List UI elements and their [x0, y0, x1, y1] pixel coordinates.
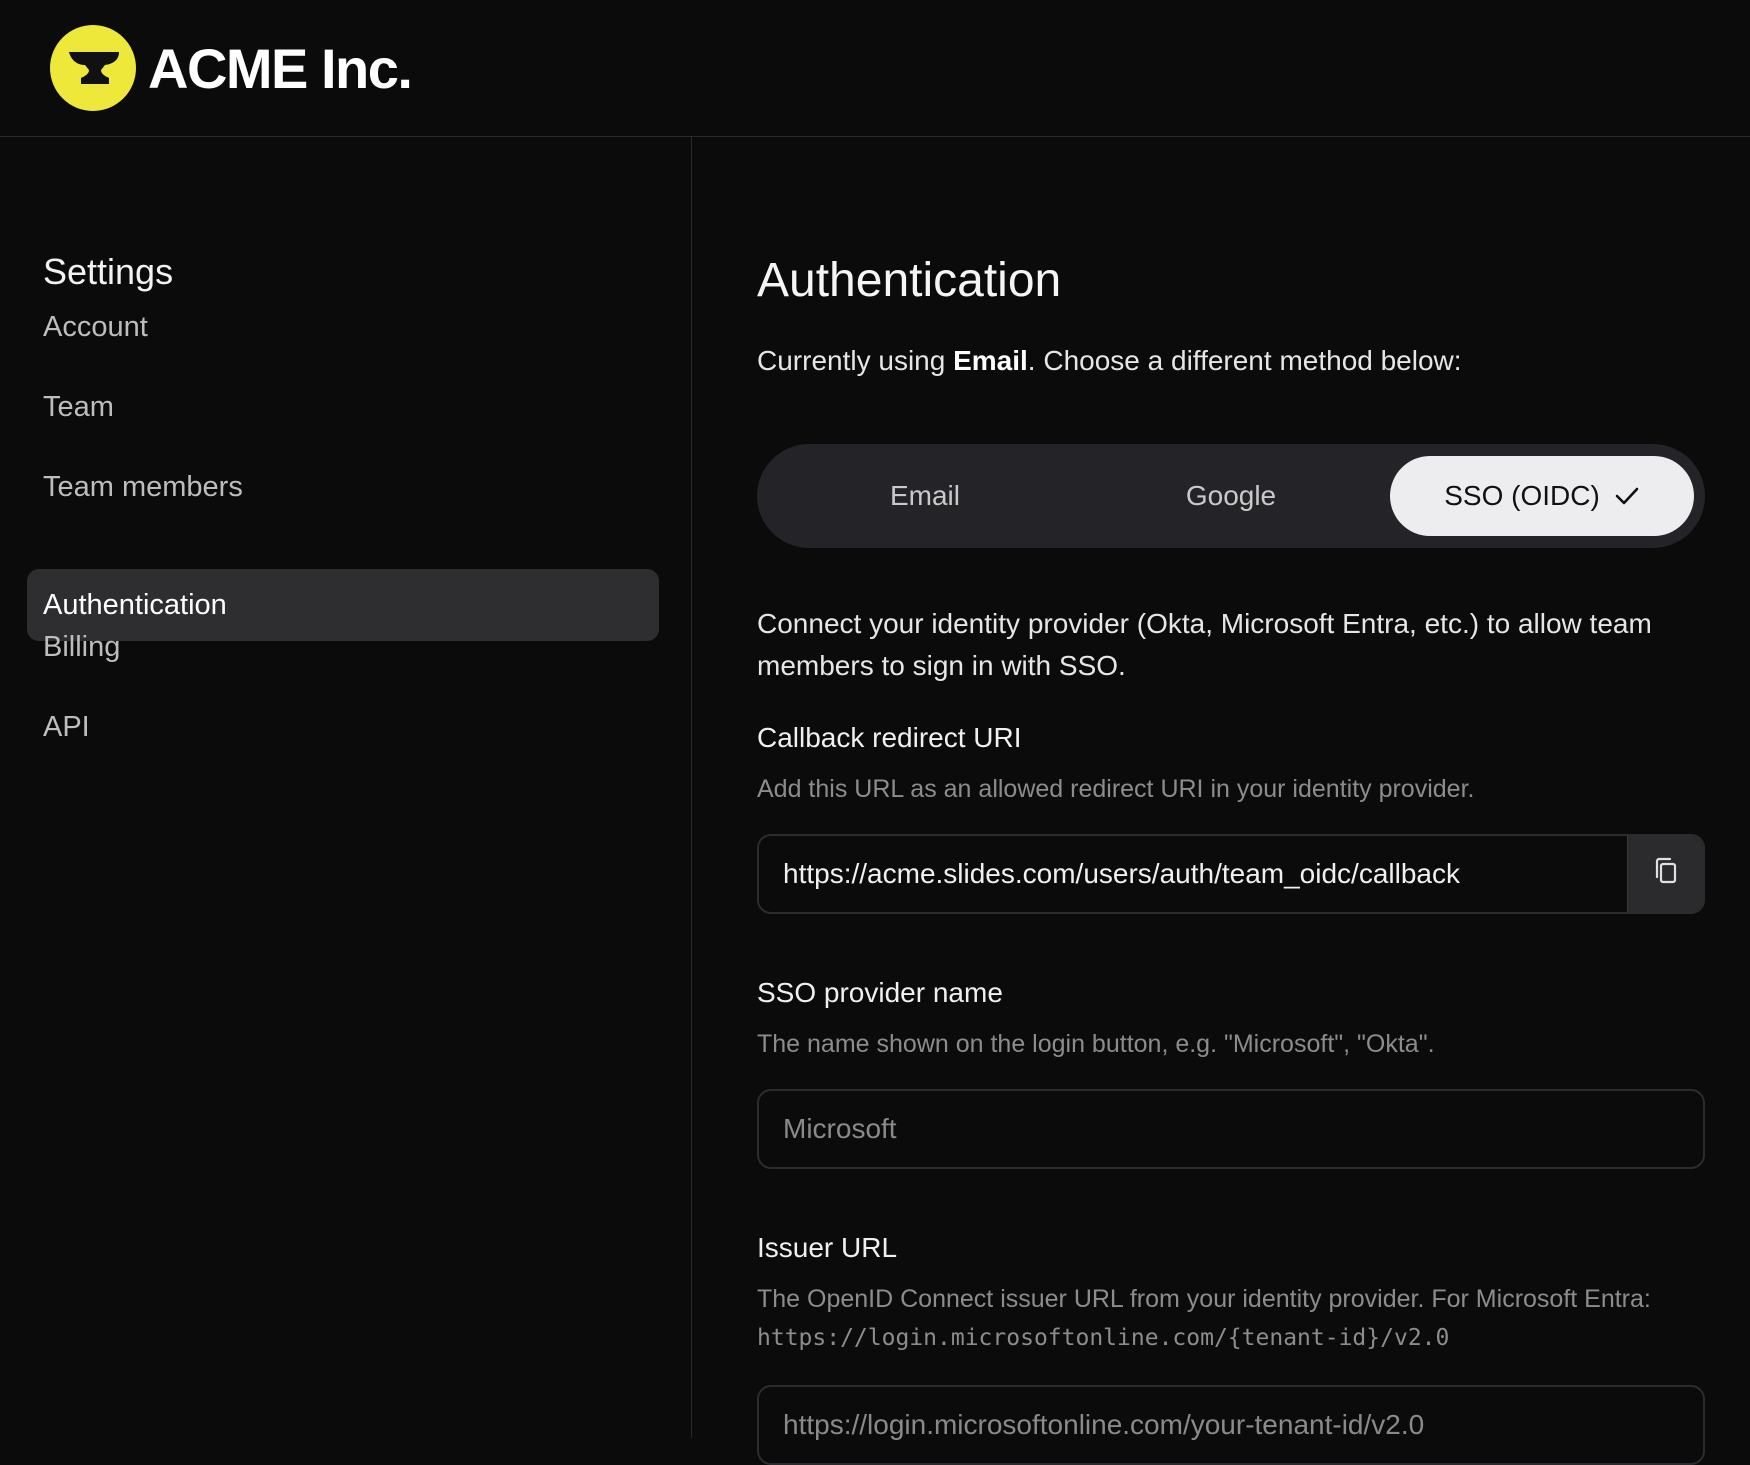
- method-sso-label: SSO (OIDC): [1444, 480, 1600, 511]
- method-sso-button[interactable]: SSO (OIDC): [1390, 456, 1694, 536]
- issuer-url-help: The OpenID Connect issuer URL from your …: [757, 1280, 1705, 1357]
- issuer-url-help-text: The OpenID Connect issuer URL from your …: [757, 1285, 1651, 1313]
- callback-uri-field[interactable]: https://acme.slides.com/users/auth/team_…: [757, 834, 1705, 914]
- issuer-url-placeholder: https://login.microsoftonline.com/your-t…: [783, 1409, 1425, 1440]
- provider-name-placeholder: Microsoft: [783, 1113, 897, 1144]
- current-prefix: Currently using: [757, 345, 954, 376]
- top-bar: ACME Inc.: [0, 0, 1750, 137]
- auth-method-selector: Email Google SSO (OIDC): [757, 444, 1705, 548]
- current-suffix: . Choose a different method below:: [1027, 345, 1462, 376]
- copy-icon: [1653, 856, 1679, 893]
- callback-uri-value: https://acme.slides.com/users/auth/team_…: [783, 858, 1460, 889]
- copy-button[interactable]: [1627, 836, 1703, 912]
- callback-uri-label: Callback redirect URI: [757, 722, 1022, 753]
- sidebar-item-api[interactable]: API: [27, 691, 659, 763]
- method-email-button[interactable]: Email: [773, 456, 1077, 536]
- sidebar-item-billing[interactable]: Billing: [27, 611, 659, 683]
- checkmark-icon: [1614, 485, 1640, 507]
- sidebar-item-account[interactable]: Account: [27, 291, 659, 363]
- method-google-label: Google: [1185, 480, 1277, 511]
- issuer-url-example: https://login.microsoftonline.com/{tenan…: [757, 1325, 1450, 1351]
- provider-name-input[interactable]: Microsoft: [757, 1089, 1705, 1169]
- sidebar-item-team[interactable]: Team: [27, 371, 659, 443]
- settings-sidebar: Settings Account Team Team members Authe…: [0, 137, 692, 1438]
- main-content: Authentication Currently using Email. Ch…: [757, 137, 1707, 1465]
- issuer-url-label: Issuer URL: [757, 1232, 898, 1263]
- current-method-text: Currently using Email. Choose a differen…: [757, 345, 1462, 377]
- method-google-button[interactable]: Google: [1079, 456, 1383, 536]
- sidebar-title: Settings: [43, 251, 174, 292]
- sidebar-item-team-members[interactable]: Team members: [27, 451, 659, 523]
- provider-name-label: SSO provider name: [757, 977, 1003, 1008]
- method-email-label: Email: [889, 480, 960, 511]
- provider-name-help: The name shown on the login button, e.g.…: [757, 1030, 1435, 1058]
- current-method: Email: [953, 345, 1028, 376]
- callback-uri-help: Add this URL as an allowed redirect URI …: [757, 775, 1475, 803]
- sso-intro-text: Connect your identity provider (Okta, Mi…: [757, 608, 1652, 681]
- page-title: Authentication: [757, 254, 1062, 307]
- brand-name: ACME Inc.: [148, 36, 413, 100]
- issuer-url-input[interactable]: https://login.microsoftonline.com/your-t…: [757, 1385, 1705, 1465]
- anvil-icon[interactable]: [50, 25, 136, 111]
